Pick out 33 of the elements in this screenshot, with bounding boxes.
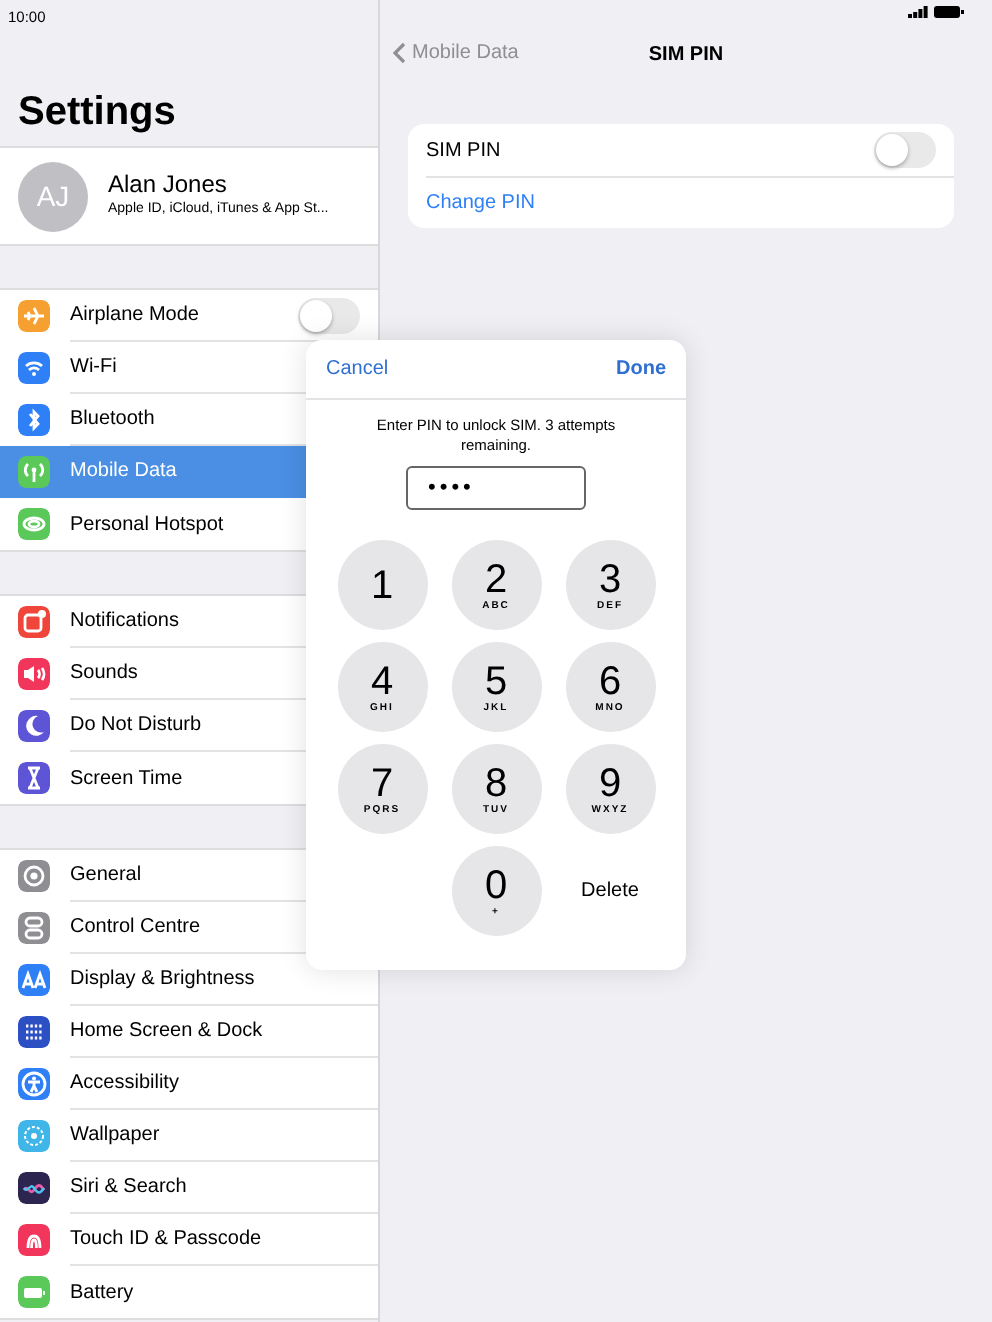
avatar: AJ (18, 161, 88, 231)
row-label: Bluetooth (70, 406, 155, 434)
row-label: Mobile Data (70, 458, 177, 486)
battery-icon (934, 6, 964, 18)
row-label: Airplane Mode (70, 302, 199, 330)
row-label: Control Centre (70, 914, 201, 942)
toggle-switch[interactable] (874, 132, 936, 168)
row-label: Display & Brightness (70, 966, 255, 994)
row-label: Accessibility (70, 1070, 179, 1098)
row-label: Home Screen & Dock (70, 1018, 263, 1046)
row-label: Touch ID & Passcode (70, 1226, 262, 1254)
page-title: SIM PIN (648, 41, 724, 69)
change-pin-link[interactable]: Change PIN (426, 188, 535, 218)
row-label: Sounds (70, 660, 138, 688)
signal-icon (908, 6, 928, 18)
back-chevron-icon (392, 42, 406, 64)
row-label: General (70, 862, 142, 890)
toggle-switch[interactable] (298, 297, 360, 333)
row-label: SIM PIN (426, 137, 501, 165)
pin-field[interactable]: •••• (406, 466, 586, 510)
row-label: Wi-Fi (70, 354, 117, 382)
keypad-key[interactable]: 1 (337, 540, 427, 630)
profile-name: Alan Jones (108, 170, 229, 201)
delete-button[interactable]: Delete (565, 846, 655, 936)
row-label: Personal Hotspot (70, 511, 224, 539)
row-label: Wallpaper (70, 1122, 160, 1150)
row-label: Battery (70, 1279, 134, 1307)
settings-title: Settings (18, 88, 178, 136)
row-label: Do Not Disturb (70, 712, 202, 740)
done-button[interactable]: Done (616, 354, 666, 384)
row-label: Siri & Search (70, 1174, 187, 1202)
row-label: Screen Time (70, 765, 183, 793)
row-label: Notifications (70, 608, 179, 636)
